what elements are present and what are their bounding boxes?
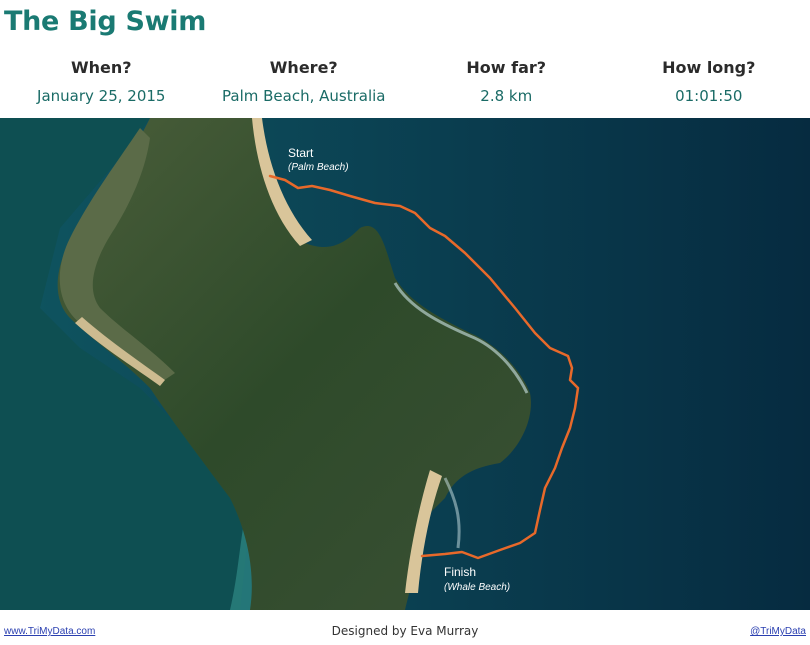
stat-label: How far? [466, 58, 547, 77]
footer: www.TriMyData.com Designed by Eva Murray… [0, 620, 810, 640]
stat-value: January 25, 2015 [37, 87, 166, 105]
start-sublabel: (Palm Beach) [288, 162, 349, 173]
page-title: The Big Swim [4, 6, 207, 37]
stat-value: Palm Beach, Australia [222, 87, 386, 105]
stat-value: 2.8 km [480, 87, 533, 105]
stat-label: How long? [662, 58, 756, 77]
stat-distance: How far? 2.8 km [405, 58, 608, 105]
twitter-link[interactable]: @TriMyData [750, 626, 806, 637]
designer-credit: Designed by Eva Murray [331, 624, 479, 638]
stat-where: Where? Palm Beach, Australia [203, 58, 406, 105]
finish-label: Finish [444, 565, 476, 579]
stats-row: When? January 25, 2015 Where? Palm Beach… [0, 58, 810, 105]
satellite-map: Start (Palm Beach) Finish (Whale Beach) [0, 118, 810, 610]
stat-label: Where? [269, 58, 338, 77]
start-label: Start [288, 146, 314, 160]
stat-value: 01:01:50 [675, 87, 743, 105]
stat-duration: How long? 01:01:50 [608, 58, 810, 105]
stat-when: When? January 25, 2015 [0, 58, 203, 105]
finish-sublabel: (Whale Beach) [444, 582, 510, 593]
stat-label: When? [70, 58, 132, 77]
